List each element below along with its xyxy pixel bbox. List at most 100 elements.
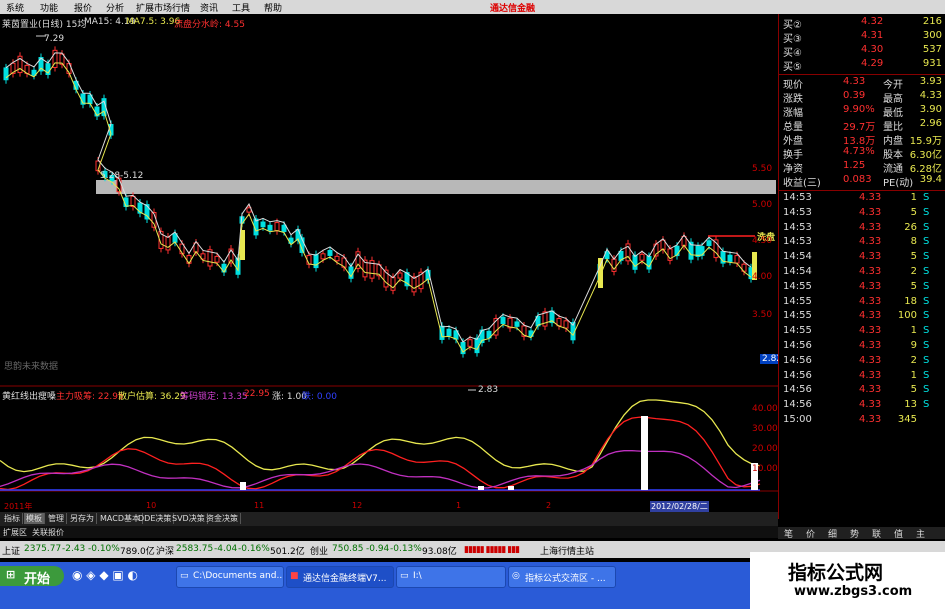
hs-index-pct: -0.16% — [238, 544, 270, 554]
date-label: 11 — [254, 501, 265, 510]
stat-label: 现价 — [783, 80, 803, 91]
indicator-tab-bar: 指标 模板 管理 另存为 MACD基本 DDE决策 SVD决策 资金决策 — [0, 512, 778, 526]
tick-price: 4.33 — [859, 369, 882, 381]
stat-value: 9.90% — [843, 104, 875, 115]
stat-label: 总量 — [783, 122, 803, 133]
order-label: 买③ — [783, 34, 802, 45]
order-label: 买⑤ — [783, 62, 802, 73]
tick-row: 14:56 4.33 1 S — [779, 370, 945, 383]
tab-related-quotes[interactable]: 关联报价 — [32, 527, 64, 538]
tick-direction: S — [923, 354, 930, 366]
stat-label: 外盘 — [783, 136, 803, 147]
tab-svd[interactable]: SVD决策 — [170, 513, 208, 524]
signal-label: 流盘分水岭: 4.55 — [174, 20, 245, 30]
tick-row: 14:54 4.33 5 S — [779, 251, 945, 264]
tab-extension[interactable]: 扩展区 — [3, 527, 27, 538]
indicator-name: 黄红线出瘦嗓 — [2, 392, 57, 402]
tab-detail[interactable]: 细 — [828, 527, 837, 540]
tick-time: 14:55 — [783, 325, 812, 337]
tick-row: 14:53 4.33 1 S — [779, 192, 945, 205]
tab-value[interactable]: 值 — [894, 527, 903, 540]
tick-volume: 5 — [910, 280, 917, 292]
stat-value: 3.93 — [919, 76, 942, 87]
cy-index-change: -0.94 — [366, 544, 390, 554]
menu-item-tools[interactable]: 工具 — [232, 1, 250, 14]
sh-index-value: 2375.77 — [24, 544, 62, 554]
menu-item-quote[interactable]: 报价 — [74, 1, 92, 14]
range-label: 5.28-5.12 — [100, 171, 144, 181]
tick-volume: 13 — [904, 399, 917, 411]
sh-index-pct: -0.10% — [88, 544, 120, 554]
menu-item-function[interactable]: 功能 — [40, 1, 58, 14]
order-volume: 300 — [922, 30, 942, 41]
folder-icon: ▭ — [180, 571, 189, 581]
order-book-row: 买② 4.32 216 — [779, 16, 945, 31]
tab-template[interactable]: 模板 — [24, 513, 45, 524]
tick-direction: S — [923, 399, 930, 411]
price-tick: 3.50 — [752, 310, 773, 320]
stat-value: 13.8万 — [843, 136, 876, 147]
tab-price[interactable]: 价 — [806, 527, 815, 540]
tick-volume: 8 — [910, 236, 917, 248]
tab-save-as[interactable]: 另存为 — [68, 513, 97, 524]
date-label: 2 — [546, 501, 552, 510]
tab-trend[interactable]: 势 — [850, 527, 859, 540]
date-label: 1 — [456, 501, 462, 510]
menu-item-extended-market[interactable]: 扩展市场行情 — [136, 1, 190, 14]
station-label[interactable]: 上海行情主站 — [540, 544, 594, 557]
tick-price: 4.33 — [859, 340, 882, 351]
order-volume: 216 — [922, 16, 942, 27]
menu-item-analysis[interactable]: 分析 — [106, 1, 124, 14]
task-tdx-terminal[interactable]: ■ 通达信金融终端V7... — [286, 566, 394, 588]
tick-direction: S — [923, 266, 930, 277]
task-drive[interactable]: ▭ I:\ — [396, 566, 506, 588]
tick-direction: S — [923, 280, 930, 292]
tick-price: 4.33 — [859, 384, 882, 396]
tick-price: 4.33 — [859, 280, 882, 292]
tab-indicator[interactable]: 指标 — [2, 513, 23, 524]
stat-value: 4.33 — [919, 90, 942, 101]
tick-price: 4.33 — [859, 266, 882, 277]
stat-label: 最高 — [883, 94, 903, 105]
candle-body — [214, 255, 220, 263]
tick-volume: 18 — [904, 295, 917, 307]
tab-manage[interactable]: 管理 — [46, 513, 67, 524]
stat-value: 2.96 — [919, 118, 942, 129]
hs-index-amount: 501.2亿 — [270, 547, 305, 557]
indicator-value-main: 主力吸筹: 22.95 — [56, 392, 124, 402]
start-button[interactable]: ⊞ 开始 — [0, 566, 64, 587]
menu-item-system[interactable]: 系统 — [6, 1, 24, 14]
stat-row: 换手 4.73% 股本 6.30亿 — [779, 146, 945, 161]
tick-volume: 26 — [904, 221, 917, 233]
tab-dde[interactable]: DDE决策 — [136, 513, 175, 524]
site-watermark: 指标公式网 www.zbgs3.com — [750, 552, 945, 609]
order-book-row: 买⑤ 4.29 931 — [779, 58, 945, 73]
chart-area[interactable]: 莱茵置业(日线) 15均 MA15: 4.19 MA7.5: 3.96 流盘分水… — [0, 14, 801, 512]
tick-time: 14:56 — [783, 340, 812, 351]
tick-direction: S — [923, 192, 930, 203]
tick-volume: 1 — [910, 325, 917, 337]
stat-label: 量比 — [883, 122, 903, 133]
tab-main[interactable]: 主 — [916, 527, 925, 540]
task-explorer[interactable]: ▭ C:\Documents and... — [176, 566, 284, 588]
tick-row: 14:56 4.33 5 S — [779, 384, 945, 397]
menu-item-news[interactable]: 资讯 — [200, 1, 218, 14]
task-browser[interactable]: ◎ 指标公式交流区 - ... — [508, 566, 616, 588]
indicator-value-4: 22.95 — [244, 389, 270, 399]
date-label: 2011年 — [4, 502, 33, 511]
hs-index-value: 2583.75 — [176, 544, 214, 554]
quicklaunch-icons[interactable]: ◉ ◈ ◆ ▣ ◐ — [72, 568, 138, 582]
drive-icon: ▭ — [400, 571, 409, 581]
stat-value: 0.083 — [843, 174, 872, 185]
cy-index-amount: 93.08亿 — [422, 547, 457, 557]
price-tick: 5.50 — [752, 164, 773, 174]
candle-body — [274, 222, 280, 232]
candle-body — [514, 321, 520, 327]
order-price: 4.32 — [861, 16, 884, 27]
tab-fund[interactable]: 资金决策 — [204, 513, 241, 524]
order-volume: 931 — [922, 58, 942, 69]
tab-ticks[interactable]: 笔 — [784, 527, 793, 540]
tab-link[interactable]: 联 — [872, 527, 881, 540]
menu-item-help[interactable]: 帮助 — [264, 1, 282, 14]
tick-row: 14:55 4.33 1 S — [779, 325, 945, 338]
